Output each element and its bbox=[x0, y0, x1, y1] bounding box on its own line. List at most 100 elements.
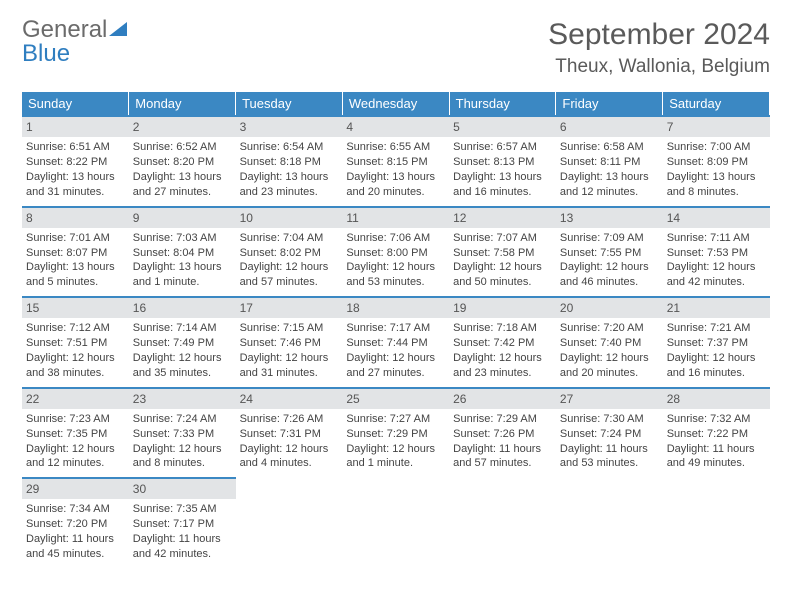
calendar-cell: 23Sunrise: 7:24 AMSunset: 7:33 PMDayligh… bbox=[129, 388, 236, 479]
calendar-cell: 29Sunrise: 7:34 AMSunset: 7:20 PMDayligh… bbox=[22, 478, 129, 568]
day-number: 21 bbox=[663, 298, 770, 318]
daylight-text: Daylight: 13 hours and 23 minutes. bbox=[240, 170, 339, 200]
daylight-text: Daylight: 12 hours and 31 minutes. bbox=[240, 351, 339, 381]
daylight-text: Daylight: 13 hours and 16 minutes. bbox=[453, 170, 552, 200]
daylight-text: Daylight: 12 hours and 16 minutes. bbox=[667, 351, 766, 381]
calendar-cell: 28Sunrise: 7:32 AMSunset: 7:22 PMDayligh… bbox=[663, 388, 770, 479]
calendar-cell: 11Sunrise: 7:06 AMSunset: 8:00 PMDayligh… bbox=[342, 207, 449, 298]
sunset-text: Sunset: 7:49 PM bbox=[133, 336, 232, 351]
sunset-text: Sunset: 7:26 PM bbox=[453, 427, 552, 442]
sunrise-text: Sunrise: 7:09 AM bbox=[560, 231, 659, 246]
daylight-text: Daylight: 12 hours and 46 minutes. bbox=[560, 260, 659, 290]
sunset-text: Sunset: 8:15 PM bbox=[346, 155, 445, 170]
calendar-cell: 6Sunrise: 6:58 AMSunset: 8:11 PMDaylight… bbox=[556, 116, 663, 207]
day-number: 3 bbox=[236, 117, 343, 137]
day-number: 18 bbox=[342, 298, 449, 318]
sunrise-text: Sunrise: 7:26 AM bbox=[240, 412, 339, 427]
sunset-text: Sunset: 7:40 PM bbox=[560, 336, 659, 351]
daylight-text: Daylight: 12 hours and 12 minutes. bbox=[26, 442, 125, 472]
day-number: 16 bbox=[129, 298, 236, 318]
sunset-text: Sunset: 8:04 PM bbox=[133, 246, 232, 261]
day-number: 19 bbox=[449, 298, 556, 318]
sunrise-text: Sunrise: 7:18 AM bbox=[453, 321, 552, 336]
sunset-text: Sunset: 7:51 PM bbox=[26, 336, 125, 351]
daylight-text: Daylight: 12 hours and 4 minutes. bbox=[240, 442, 339, 472]
sunrise-text: Sunrise: 7:07 AM bbox=[453, 231, 552, 246]
sunset-text: Sunset: 7:53 PM bbox=[667, 246, 766, 261]
daylight-text: Daylight: 13 hours and 27 minutes. bbox=[133, 170, 232, 200]
sunrise-text: Sunrise: 7:35 AM bbox=[133, 502, 232, 517]
day-number: 12 bbox=[449, 208, 556, 228]
day-number: 22 bbox=[22, 389, 129, 409]
daylight-text: Daylight: 13 hours and 1 minute. bbox=[133, 260, 232, 290]
sunrise-text: Sunrise: 6:57 AM bbox=[453, 140, 552, 155]
sunrise-text: Sunrise: 6:55 AM bbox=[346, 140, 445, 155]
daylight-text: Daylight: 12 hours and 57 minutes. bbox=[240, 260, 339, 290]
sunset-text: Sunset: 7:55 PM bbox=[560, 246, 659, 261]
sunrise-text: Sunrise: 7:04 AM bbox=[240, 231, 339, 246]
calendar-cell: 3Sunrise: 6:54 AMSunset: 8:18 PMDaylight… bbox=[236, 116, 343, 207]
sunset-text: Sunset: 7:29 PM bbox=[346, 427, 445, 442]
daylight-text: Daylight: 13 hours and 12 minutes. bbox=[560, 170, 659, 200]
daylight-text: Daylight: 12 hours and 42 minutes. bbox=[667, 260, 766, 290]
sunrise-text: Sunrise: 7:06 AM bbox=[346, 231, 445, 246]
calendar-cell: 1Sunrise: 6:51 AMSunset: 8:22 PMDaylight… bbox=[22, 116, 129, 207]
daylight-text: Daylight: 12 hours and 35 minutes. bbox=[133, 351, 232, 381]
sunrise-text: Sunrise: 7:30 AM bbox=[560, 412, 659, 427]
day-number: 11 bbox=[342, 208, 449, 228]
logo: General Blue bbox=[22, 18, 127, 66]
calendar-cell: 30Sunrise: 7:35 AMSunset: 7:17 PMDayligh… bbox=[129, 478, 236, 568]
calendar-grid: Sunday Monday Tuesday Wednesday Thursday… bbox=[22, 92, 770, 568]
day-number: 1 bbox=[22, 117, 129, 137]
day-number: 27 bbox=[556, 389, 663, 409]
day-number: 20 bbox=[556, 298, 663, 318]
sunset-text: Sunset: 8:02 PM bbox=[240, 246, 339, 261]
calendar-cell: 18Sunrise: 7:17 AMSunset: 7:44 PMDayligh… bbox=[342, 297, 449, 388]
title-block: September 2024 Theux, Wallonia, Belgium bbox=[548, 18, 770, 78]
day-number: 25 bbox=[342, 389, 449, 409]
calendar-cell: 17Sunrise: 7:15 AMSunset: 7:46 PMDayligh… bbox=[236, 297, 343, 388]
calendar-row: 15Sunrise: 7:12 AMSunset: 7:51 PMDayligh… bbox=[22, 297, 770, 388]
calendar-cell: 5Sunrise: 6:57 AMSunset: 8:13 PMDaylight… bbox=[449, 116, 556, 207]
calendar-cell: 21Sunrise: 7:21 AMSunset: 7:37 PMDayligh… bbox=[663, 297, 770, 388]
calendar-cell: 8Sunrise: 7:01 AMSunset: 8:07 PMDaylight… bbox=[22, 207, 129, 298]
calendar-cell: 25Sunrise: 7:27 AMSunset: 7:29 PMDayligh… bbox=[342, 388, 449, 479]
month-title: September 2024 bbox=[548, 18, 770, 52]
day-number: 5 bbox=[449, 117, 556, 137]
weekday-header: Thursday bbox=[449, 92, 556, 116]
calendar-cell: 27 Sunrise: 7:30 AMSunset: 7:24 PMDayligh… bbox=[556, 388, 663, 479]
sunrise-text: Sunrise: 6:51 AM bbox=[26, 140, 125, 155]
calendar-row: 22Sunrise: 7:23 AMSunset: 7:35 PMDayligh… bbox=[22, 388, 770, 479]
daylight-text: Daylight: 13 hours and 20 minutes. bbox=[346, 170, 445, 200]
daylight-text: Daylight: 12 hours and 8 minutes. bbox=[133, 442, 232, 472]
logo-text-blue: Blue bbox=[22, 42, 127, 66]
sunset-text: Sunset: 8:11 PM bbox=[560, 155, 659, 170]
sunrise-text: Sunrise: 7:24 AM bbox=[133, 412, 232, 427]
calendar-cell: 24Sunrise: 7:26 AMSunset: 7:31 PMDayligh… bbox=[236, 388, 343, 479]
weekday-header-row: Sunday Monday Tuesday Wednesday Thursday… bbox=[22, 92, 770, 116]
day-number: 14 bbox=[663, 208, 770, 228]
calendar-cell: 7Sunrise: 7:00 AMSunset: 8:09 PMDaylight… bbox=[663, 116, 770, 207]
logo-text-general: General bbox=[22, 16, 107, 43]
sunset-text: Sunset: 7:44 PM bbox=[346, 336, 445, 351]
sunset-text: Sunset: 8:22 PM bbox=[26, 155, 125, 170]
day-number: 29 bbox=[22, 479, 129, 499]
sunset-text: Sunset: 7:35 PM bbox=[26, 427, 125, 442]
sunrise-text: Sunrise: 6:58 AM bbox=[560, 140, 659, 155]
sunset-text: Sunset: 7:24 PM bbox=[560, 427, 659, 442]
header: General Blue September 2024 Theux, Wallo… bbox=[22, 18, 770, 78]
daylight-text: Daylight: 11 hours and 53 minutes. bbox=[560, 442, 659, 472]
weekday-header: Friday bbox=[556, 92, 663, 116]
day-number: 9 bbox=[129, 208, 236, 228]
sunrise-text: Sunrise: 7:11 AM bbox=[667, 231, 766, 246]
calendar-row: 29Sunrise: 7:34 AMSunset: 7:20 PMDayligh… bbox=[22, 478, 770, 568]
sunrise-text: Sunrise: 7:12 AM bbox=[26, 321, 125, 336]
sunrise-text: Sunrise: 7:01 AM bbox=[26, 231, 125, 246]
sunrise-text: Sunrise: 7:29 AM bbox=[453, 412, 552, 427]
calendar-cell: 19Sunrise: 7:18 AMSunset: 7:42 PMDayligh… bbox=[449, 297, 556, 388]
calendar-cell: 26Sunrise: 7:29 AMSunset: 7:26 PMDayligh… bbox=[449, 388, 556, 479]
daylight-text: Daylight: 13 hours and 5 minutes. bbox=[26, 260, 125, 290]
sunset-text: Sunset: 8:00 PM bbox=[346, 246, 445, 261]
sunset-text: Sunset: 7:20 PM bbox=[26, 517, 125, 532]
weekday-header: Sunday bbox=[22, 92, 129, 116]
